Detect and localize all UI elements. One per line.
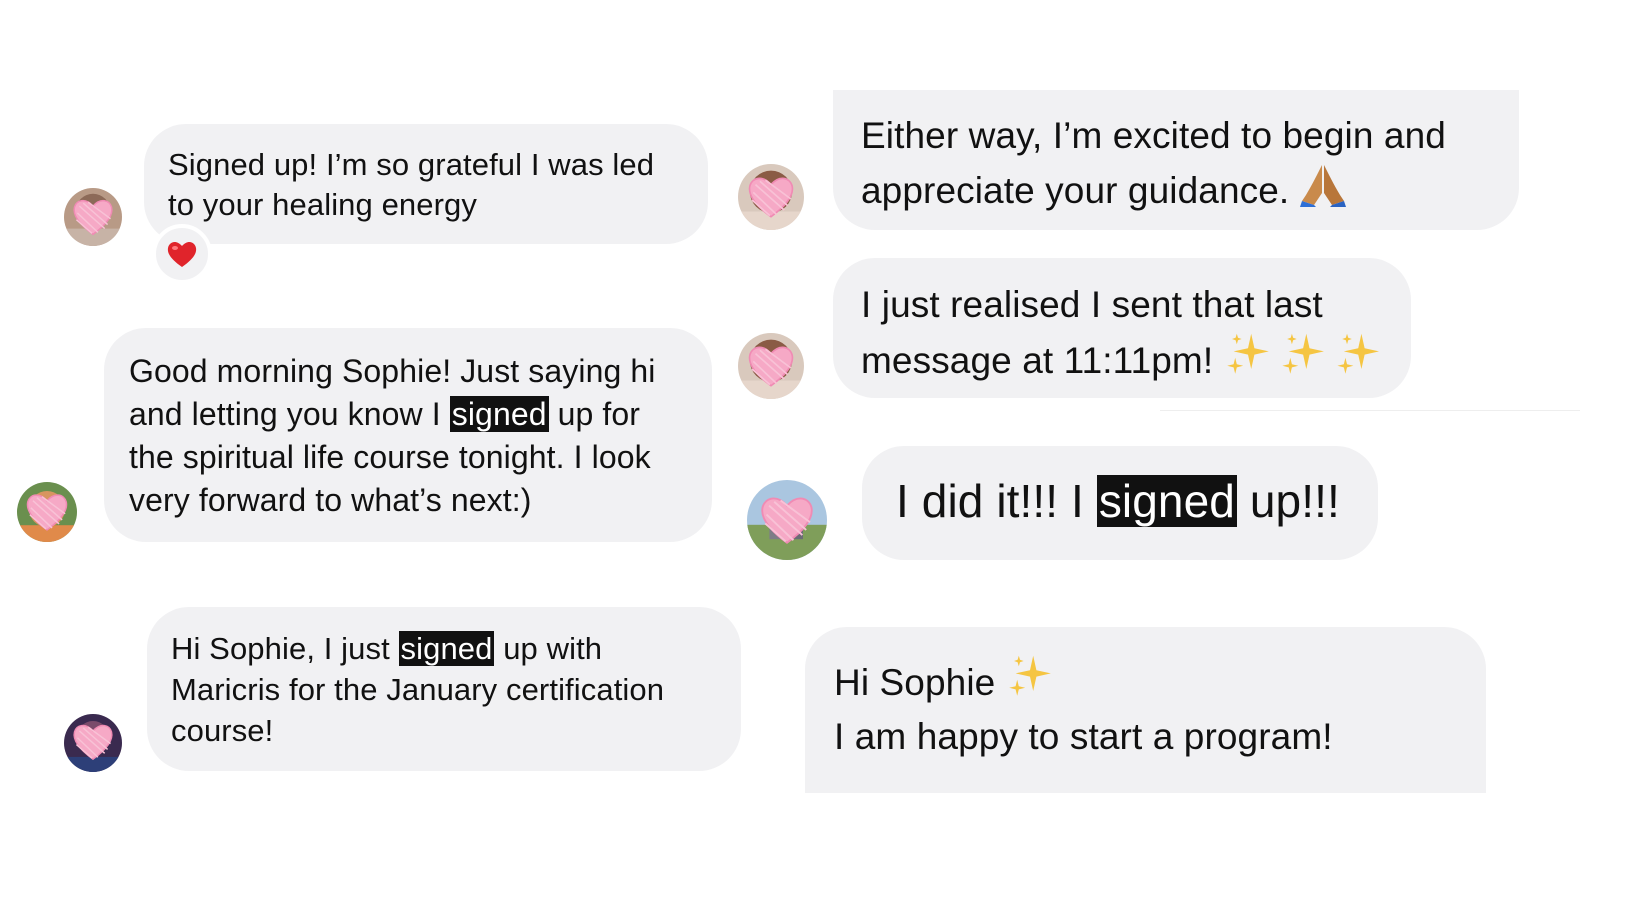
folded-hands-icon xyxy=(1299,164,1346,207)
avatar-photo xyxy=(64,188,122,246)
sparkles-icon xyxy=(1008,655,1051,696)
highlighted-word: signed xyxy=(398,631,495,666)
sender-avatar[interactable] xyxy=(738,333,804,399)
message-bubble[interactable]: Signed up! I’m so grateful I was led to … xyxy=(144,124,708,244)
message-text: Good morning Sophie! Just saying hi and … xyxy=(129,353,656,518)
message-bubble[interactable]: Hi Sophie, I just signed up with Maricri… xyxy=(147,607,741,771)
highlighted-word: signed xyxy=(449,395,549,432)
avatar-photo xyxy=(738,333,804,399)
message-text: Signed up! I’m so grateful I was led to … xyxy=(168,147,655,222)
sender-avatar[interactable] xyxy=(747,480,827,560)
sender-avatar[interactable] xyxy=(738,164,804,230)
message-text: Hi Sophie, I just signed up with Maricri… xyxy=(171,631,665,749)
highlighted-word: signed xyxy=(1096,475,1237,527)
reaction-badge[interactable] xyxy=(152,224,212,284)
avatar-photo xyxy=(64,714,122,772)
message-bubble[interactable]: Either way, I’m excited to begin and app… xyxy=(833,90,1519,230)
avatar-photo xyxy=(738,164,804,230)
message-text: Hi Sophie xyxy=(834,651,1462,710)
message-text: I just realised I sent that last message… xyxy=(861,280,1387,385)
message-bubble[interactable]: I did it!!! I signed up!!! xyxy=(862,446,1378,560)
avatar-photo xyxy=(747,480,827,560)
sender-avatar[interactable] xyxy=(64,714,122,772)
sender-avatar[interactable] xyxy=(17,482,77,542)
sender-avatar[interactable] xyxy=(64,188,122,246)
sparkles-icon xyxy=(1226,334,1379,375)
message-bubble[interactable]: Hi Sophie I am happy to start a program! xyxy=(805,627,1486,793)
message-text: Either way, I’m excited to begin and app… xyxy=(861,115,1446,211)
message-bubble[interactable]: Good morning Sophie! Just saying hi and … xyxy=(104,328,712,542)
avatar-photo xyxy=(17,482,77,542)
divider xyxy=(1160,410,1580,411)
red-heart-icon xyxy=(167,241,197,267)
message-bubble[interactable]: I just realised I sent that last message… xyxy=(833,258,1411,398)
message-text: I did it!!! I signed up!!! xyxy=(896,475,1340,527)
message-text: I am happy to start a program! xyxy=(834,715,1333,757)
